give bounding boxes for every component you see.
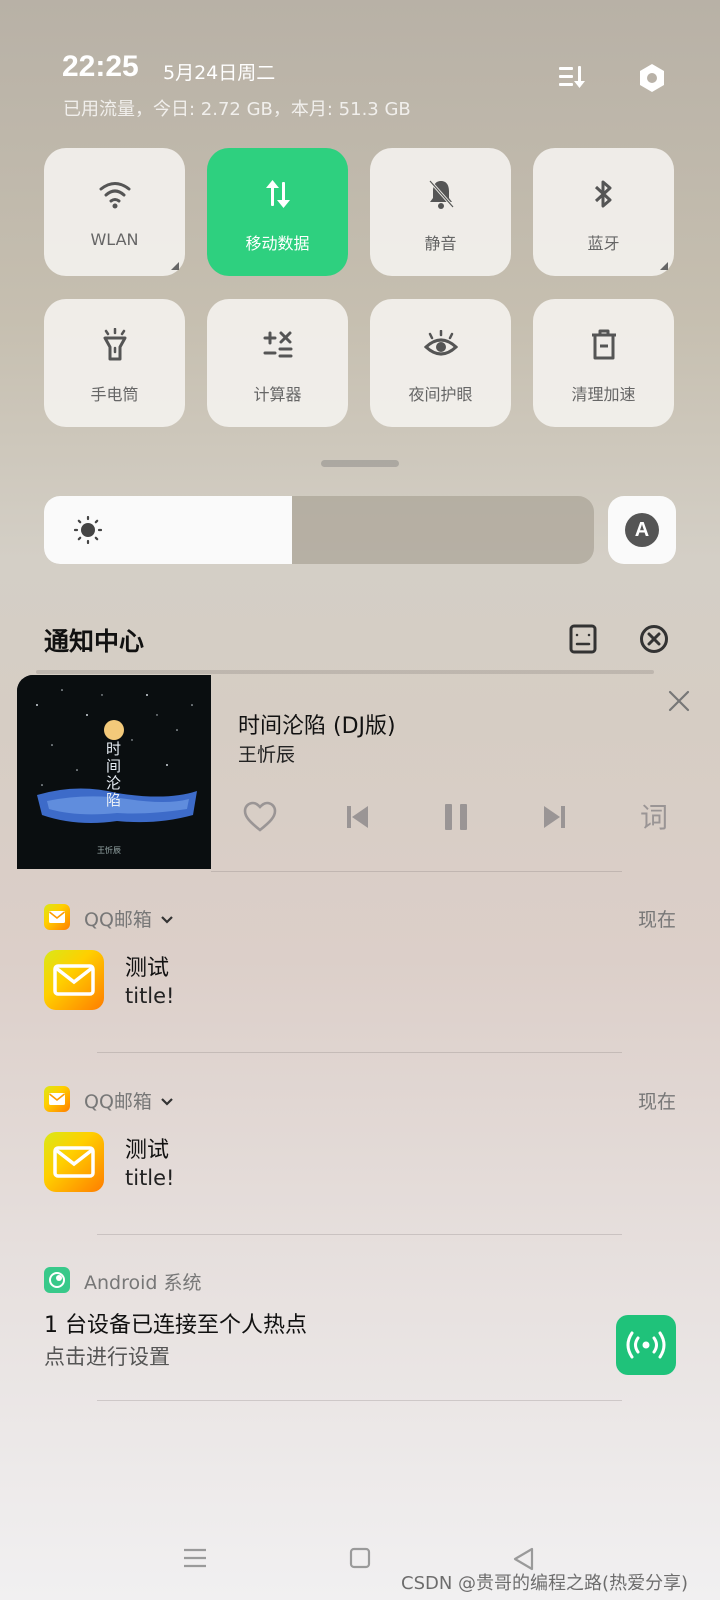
chevron-down-icon[interactable]	[160, 910, 174, 929]
song-title: 时间沦陷 (DJ版)	[238, 714, 396, 739]
tile-label: 蓝牙	[587, 234, 620, 253]
expand-corner-icon	[171, 262, 179, 270]
pause-icon[interactable]	[434, 795, 478, 839]
tile-label: WLAN	[90, 230, 139, 249]
album-caption: 王忻辰	[97, 846, 121, 855]
mute-bell-icon	[426, 176, 456, 212]
song-artist: 王忻辰	[238, 744, 296, 766]
clock-time: 22:25	[62, 50, 139, 83]
notification-body: title!	[125, 1166, 175, 1190]
date-label: 5月24日周二	[163, 62, 276, 84]
media-close-icon[interactable]	[664, 686, 694, 716]
auto-brightness-icon: A	[625, 513, 659, 547]
trash-icon	[590, 327, 618, 363]
clear-all-icon[interactable]	[639, 624, 669, 658]
menu-nav-icon[interactable]	[183, 1547, 207, 1573]
brightness-slider[interactable]	[44, 496, 594, 564]
tile-mobile-data[interactable]: 移动数据	[207, 148, 348, 276]
tile-calculator[interactable]: 计算器	[207, 299, 348, 427]
hotspot-icon	[616, 1315, 676, 1375]
tile-label: 手电筒	[90, 385, 139, 404]
notification-android-hotspot[interactable]: Android 系统 1 台设备已连接至个人热点 点击进行设置	[44, 1267, 676, 1407]
chevron-down-icon[interactable]	[160, 1092, 174, 1111]
app-name: Android 系统	[84, 1272, 202, 1294]
tile-label: 清理加速	[571, 385, 636, 404]
watermark: CSDN @贵哥的编程之路(热爱分享)	[401, 1573, 689, 1594]
tile-wlan[interactable]: WLAN	[44, 148, 185, 276]
edit-list-icon[interactable]	[550, 55, 594, 99]
tile-label: 计算器	[253, 385, 302, 404]
media-card-top-divider	[36, 670, 654, 674]
bluetooth-icon	[592, 176, 616, 212]
tile-mute[interactable]: 静音	[370, 148, 511, 276]
album-title-text: 时间沦陷	[104, 741, 122, 809]
android-system-icon	[44, 1267, 70, 1293]
next-track-icon[interactable]	[532, 795, 576, 839]
tile-label: 移动数据	[245, 234, 310, 253]
calculator-icon	[263, 327, 293, 363]
like-heart-icon[interactable]	[238, 795, 282, 839]
divider	[97, 1234, 622, 1235]
notification-center-title: 通知中心	[44, 627, 145, 656]
tile-clean[interactable]: 清理加速	[533, 299, 674, 427]
media-player-card[interactable]: 时间沦陷 王忻辰	[17, 675, 622, 871]
drag-handle[interactable]	[321, 460, 399, 467]
tile-flashlight[interactable]: 手电筒	[44, 299, 185, 427]
notification-manage-icon[interactable]	[569, 624, 597, 658]
notification-qqmail-2[interactable]: QQ邮箱 现在 测试 title!	[44, 1086, 676, 1246]
app-name: QQ邮箱	[84, 1091, 152, 1113]
auto-brightness-button[interactable]: A	[608, 496, 676, 564]
sun-icon	[73, 515, 103, 548]
qqmail-small-icon	[44, 904, 70, 930]
divider	[97, 1052, 622, 1053]
app-name: QQ邮箱	[84, 909, 152, 931]
wifi-icon	[98, 176, 132, 212]
notification-body: 点击进行设置	[44, 1345, 170, 1369]
divider	[211, 871, 622, 872]
mobile-data-icon	[264, 176, 292, 212]
notification-time: 现在	[637, 1091, 676, 1113]
notification-time: 现在	[637, 909, 676, 931]
divider	[97, 1400, 622, 1401]
notification-title: 1 台设备已连接至个人热点	[44, 1313, 307, 1338]
lyrics-button[interactable]: 词	[640, 796, 668, 836]
settings-hex-icon[interactable]	[630, 56, 674, 100]
flashlight-icon	[101, 327, 129, 363]
tile-bluetooth[interactable]: 蓝牙	[533, 148, 674, 276]
tile-label: 夜间护眼	[408, 385, 473, 404]
notification-qqmail-1[interactable]: QQ邮箱 现在 测试 title!	[44, 904, 676, 1064]
notification-body: title!	[125, 984, 175, 1008]
previous-track-icon[interactable]	[336, 795, 380, 839]
home-nav-icon[interactable]	[349, 1547, 371, 1573]
qqmail-large-icon	[44, 1132, 104, 1192]
tile-label: 静音	[424, 234, 457, 253]
tile-night-eye[interactable]: 夜间护眼	[370, 299, 511, 427]
notification-title: 测试	[125, 956, 170, 981]
qqmail-small-icon	[44, 1086, 70, 1112]
expand-corner-icon	[660, 262, 668, 270]
data-usage-label: 已用流量，今日: 2.72 GB，本月: 51.3 GB	[63, 99, 411, 120]
eye-icon	[423, 327, 458, 363]
notification-title: 测试	[125, 1138, 170, 1163]
qqmail-large-icon	[44, 950, 104, 1010]
album-art: 时间沦陷 王忻辰	[17, 675, 211, 869]
